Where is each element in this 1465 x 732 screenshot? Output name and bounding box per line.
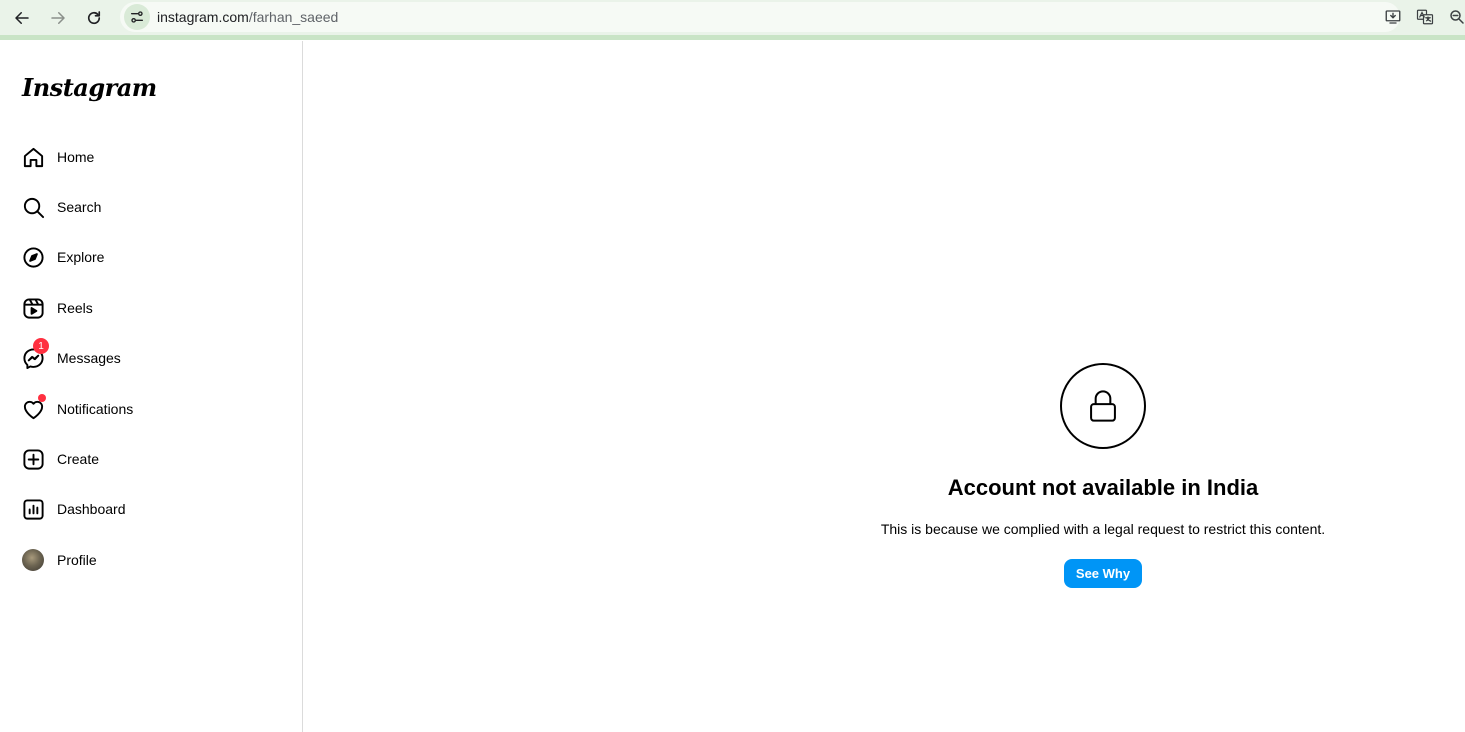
main-content: Account not available in India This is b… — [304, 41, 1465, 732]
avatar — [22, 549, 44, 571]
instagram-logo[interactable]: Instagram — [22, 73, 157, 102]
arrow-left-icon — [15, 12, 29, 24]
forward-button[interactable] — [46, 6, 70, 30]
messages-badge: 1 — [33, 338, 49, 354]
zoom-button[interactable] — [1446, 6, 1465, 28]
translate-button[interactable] — [1414, 6, 1436, 28]
lock-icon — [1090, 390, 1116, 422]
sidebar-item-create[interactable]: Create — [12, 437, 282, 481]
sidebar-item-label: Home — [57, 149, 95, 165]
avatar-icon — [21, 548, 45, 572]
page-title: Account not available in India — [947, 475, 1259, 500]
sidebar-item-dashboard[interactable]: Dashboard — [12, 487, 282, 531]
reload-icon — [87, 11, 101, 25]
sidebar-item-label: Search — [57, 199, 102, 215]
reload-button[interactable] — [82, 6, 106, 30]
notification-dot — [38, 394, 46, 402]
url-path: /farhan_saeed — [248, 9, 339, 25]
sidebar-item-label: Dashboard — [57, 501, 126, 517]
sidebar-item-notifications[interactable]: Notifications — [12, 387, 282, 431]
sidebar-item-reels[interactable]: Reels — [12, 286, 282, 330]
dashboard-icon — [21, 497, 45, 521]
lock-badge — [1060, 363, 1146, 449]
search-icon — [21, 195, 45, 219]
url-domain: instagram.com — [157, 9, 249, 25]
tune-icon — [131, 11, 143, 23]
sidebar-item-label: Profile — [57, 552, 97, 568]
sidebar: Instagram Home Search Explore Reels 1 Me… — [0, 41, 303, 732]
see-why-button[interactable]: See Why — [1064, 559, 1142, 588]
sidebar-item-home[interactable]: Home — [12, 135, 282, 179]
sidebar-item-label: Explore — [57, 249, 105, 265]
sidebar-item-profile[interactable]: Profile — [12, 538, 282, 582]
site-info-button[interactable] — [124, 4, 150, 30]
restriction-message: This is because we complied with a legal… — [880, 521, 1326, 537]
heart-icon — [21, 394, 46, 421]
plus-square-icon — [21, 447, 45, 471]
sidebar-item-messages[interactable]: 1 Messages — [12, 336, 282, 380]
messenger-icon: 1 — [21, 338, 49, 370]
address-bar[interactable]: instagram.com/farhan_saeed — [120, 2, 1400, 32]
toolbar-accent-bar — [0, 35, 1465, 40]
arrow-right-icon — [51, 12, 65, 24]
install-app-button[interactable] — [1382, 6, 1404, 28]
compass-icon — [21, 245, 45, 269]
back-button[interactable] — [10, 6, 34, 30]
url-text[interactable]: instagram.com/farhan_saeed — [157, 9, 338, 25]
browser-toolbar: instagram.com/farhan_saeed — [0, 0, 1465, 40]
sidebar-item-search[interactable]: Search — [12, 185, 282, 229]
sidebar-item-label: Create — [57, 451, 100, 467]
sidebar-item-label: Reels — [57, 300, 93, 316]
install-icon — [1385, 10, 1401, 24]
translate-icon — [1416, 9, 1434, 25]
home-icon — [21, 145, 45, 169]
zoom-icon — [1450, 10, 1464, 24]
sidebar-item-label: Messages — [57, 350, 121, 366]
sidebar-item-label: Notifications — [57, 401, 134, 417]
sidebar-item-explore[interactable]: Explore — [12, 235, 282, 279]
reels-icon — [21, 296, 45, 320]
